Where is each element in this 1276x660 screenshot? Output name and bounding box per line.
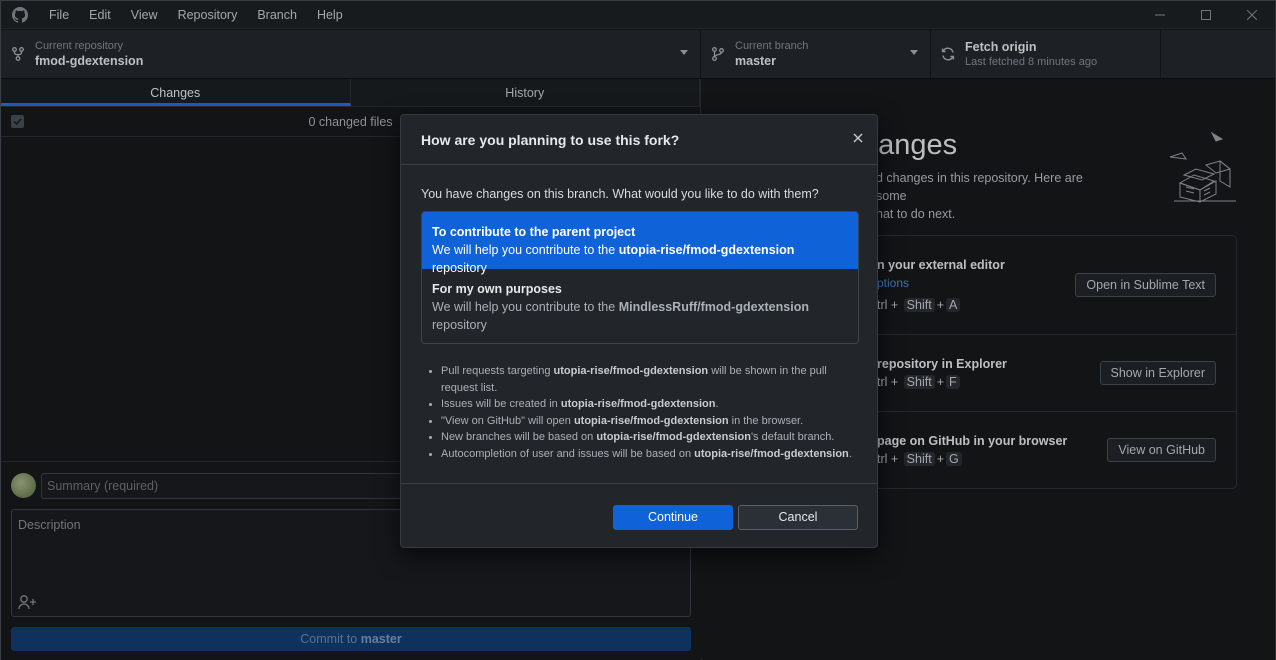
bullet-text: 's default branch. [750, 431, 835, 443]
fork-behavior-list: Pull requests targeting utopia-rise/fmod… [425, 363, 865, 462]
option-title: For my own purposes [432, 282, 562, 296]
bullet-text: . [715, 398, 719, 410]
list-item: New branches will be based on utopia-ris… [425, 429, 865, 446]
bullet-repo: utopia-rise/fmod-gdextension [573, 414, 729, 427]
dialog-footer: Continue Cancel [401, 483, 877, 547]
option-desc-text: We will help you contribute to the [432, 243, 619, 257]
list-item: "View on GitHub" will open utopia-rise/f… [425, 413, 865, 430]
dialog-header: How are you planning to use this fork? [401, 115, 877, 165]
continue-button[interactable]: Continue [613, 505, 733, 530]
bullet-text: Pull requests targeting [441, 365, 554, 377]
option-desc-text: repository [432, 318, 487, 332]
option-contribute-parent[interactable]: To contribute to the parent project We w… [422, 212, 858, 275]
bullet-repo: utopia-rise/fmod-gdextension [560, 398, 716, 410]
option-description: We will help you contribute to the Mindl… [432, 298, 848, 334]
fork-options-list: To contribute to the parent project We w… [421, 211, 859, 344]
option-repo: utopia-rise/fmod-gdextension [618, 243, 795, 257]
cancel-button[interactable]: Cancel [738, 505, 858, 530]
bullet-repo: utopia-rise/fmod-gdextension [694, 447, 849, 460]
list-item: Autocompletion of user and issues will b… [425, 446, 865, 463]
bullet-text: Issues will be created in [441, 398, 561, 410]
dialog-prompt: You have changes on this branch. What wo… [421, 187, 819, 201]
bullet-repo: utopia-rise/fmod-gdextension [553, 365, 709, 377]
bullet-text: in the browser. [728, 414, 804, 427]
bullet-text: Autocompletion of user and issues will b… [441, 447, 695, 460]
option-desc-text: We will help you contribute to the [432, 300, 619, 314]
bullet-repo: utopia-rise/fmod-gdextension [596, 431, 751, 443]
option-title: To contribute to the parent project [432, 225, 636, 239]
bullet-text: "View on GitHub" will open [441, 414, 574, 427]
dialog-title: How are you planning to use this fork? [421, 132, 680, 148]
bullet-text: . [848, 447, 852, 460]
list-item: Issues will be created in utopia-rise/fm… [425, 396, 865, 413]
option-own-purposes[interactable]: For my own purposes We will help you con… [422, 269, 858, 343]
option-repo: MindlessRuff/fmod-gdextension [618, 300, 809, 314]
list-item: Pull requests targeting utopia-rise/fmod… [425, 363, 865, 396]
app-window: File Edit View Repository Branch Help Cu… [0, 0, 1276, 660]
close-icon[interactable] [851, 131, 865, 145]
fork-usage-dialog: How are you planning to use this fork? Y… [400, 114, 878, 548]
bullet-text: New branches will be based on [441, 431, 597, 443]
